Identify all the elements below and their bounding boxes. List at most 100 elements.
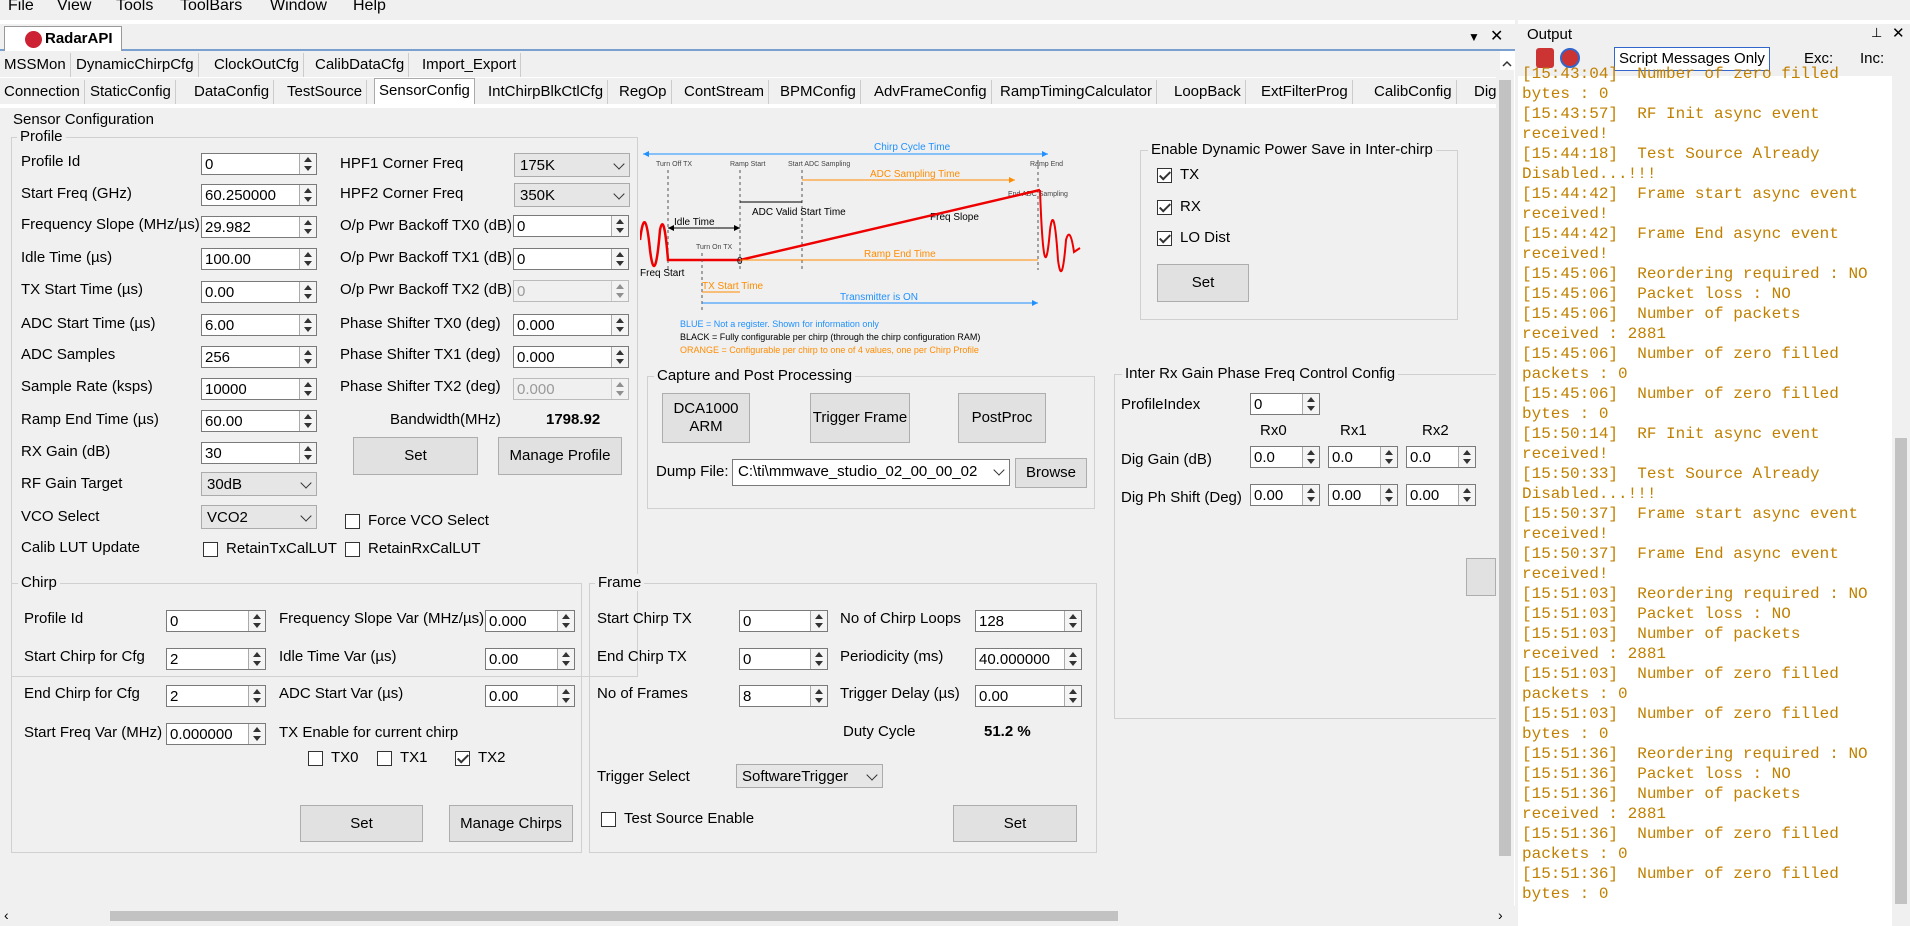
power-save-tx-checkbox[interactable] <box>1157 168 1172 183</box>
adc-start-time-input[interactable]: 6.00 <box>201 314 317 336</box>
power-save-rx-checkbox[interactable] <box>1157 200 1172 215</box>
pin-icon[interactable]: ⊥ <box>1871 25 1882 41</box>
tx-start-time-input[interactable]: 0.00 <box>201 281 317 303</box>
postproc-button[interactable]: PostProc <box>958 393 1046 443</box>
dig-ph-rx2-input[interactable]: 0.00 <box>1406 484 1476 506</box>
adc-start-var-input[interactable]: 0.00 <box>485 685 575 707</box>
dropdown-arrow-icon[interactable]: ▼ <box>1468 30 1480 44</box>
main-horizontal-scrollbar[interactable]: ‹ › <box>0 906 1515 926</box>
chirp-set-button[interactable]: Set <box>300 805 423 842</box>
tab-contstream[interactable]: ContStream <box>680 80 770 104</box>
frame-set-button[interactable]: Set <box>953 805 1077 842</box>
tab-mssmon[interactable]: MSSMon <box>0 53 71 77</box>
dig-gain-rx2-input[interactable]: 0.0 <box>1406 446 1476 468</box>
scroll-right-icon[interactable]: › <box>1498 907 1503 923</box>
start-chirp-tx-input[interactable]: 0 <box>739 610 828 632</box>
tab-testsource[interactable]: TestSource <box>283 80 368 104</box>
test-source-enable-checkbox[interactable] <box>601 812 616 827</box>
rx-gain-input[interactable]: 30 <box>201 442 317 464</box>
sample-rate-input[interactable]: 10000 <box>201 378 317 400</box>
start-freq-var-input[interactable]: 0.000000 <box>166 723 266 745</box>
power-save-set-button[interactable]: Set <box>1157 264 1249 302</box>
end-chirp-cfg-input[interactable]: 2 <box>166 685 266 707</box>
dig-ph-rx1-input[interactable]: 0.00 <box>1328 484 1398 506</box>
freq-slope-var-input[interactable]: 0.000 <box>485 610 575 632</box>
tab-regop[interactable]: RegOp <box>615 80 672 104</box>
tab-calibdatacfg[interactable]: CalibDataCfg <box>311 53 410 77</box>
retain-tx-cal-lut-checkbox[interactable] <box>203 542 218 557</box>
tab-connection[interactable]: Connection <box>0 80 85 104</box>
hpf2-select[interactable]: 350K <box>514 183 630 207</box>
trigger-select-dropdown[interactable]: SoftwareTrigger <box>736 764 883 788</box>
power-save-lo-dist-checkbox[interactable] <box>1157 231 1172 246</box>
tab-ramptimingcalculator[interactable]: RampTimingCalculator <box>996 80 1157 104</box>
profile-index-input[interactable]: 0 <box>1250 393 1320 415</box>
menu-toolbars[interactable]: ToolBars <box>180 0 242 15</box>
dca1000-arm-button[interactable]: DCA1000 ARM <box>662 393 750 443</box>
chirp-tx0-checkbox[interactable] <box>308 751 323 766</box>
periodicity-input[interactable]: 40.000000 <box>975 648 1082 670</box>
menu-view[interactable]: View <box>57 0 91 15</box>
output-title: Output <box>1527 26 1573 43</box>
zero-label: 0 <box>737 256 743 267</box>
tab-clockoutcfg[interactable]: ClockOutCfg <box>210 53 305 77</box>
vco-select-dropdown[interactable]: VCO2 <box>201 505 317 529</box>
freq-slope-input[interactable]: 29.982 <box>201 216 317 238</box>
ramp-end-time-input[interactable]: 60.00 <box>201 410 317 432</box>
manage-profile-button[interactable]: Manage Profile <box>498 437 622 475</box>
menu-tools[interactable]: Tools <box>116 0 153 15</box>
tab-dynamicchirpcfg[interactable]: DynamicChirpCfg <box>72 53 199 77</box>
tab-intchirpblkctlcfg[interactable]: IntChirpBlkCtlCfg <box>484 80 609 104</box>
tab-dataconfig[interactable]: DataConfig <box>190 80 275 104</box>
tab-loopback[interactable]: LoopBack <box>1170 80 1246 104</box>
dig-gain-rx0-input[interactable]: 0.0 <box>1250 446 1320 468</box>
profile-id-input[interactable]: 0 <box>201 153 317 175</box>
dig-ph-rx0-input[interactable]: 0.00 <box>1250 484 1320 506</box>
menu-file[interactable]: File <box>8 0 34 15</box>
hpf1-select[interactable]: 175K <box>514 153 630 177</box>
trigger-delay-input[interactable]: 0.00 <box>975 685 1082 707</box>
tab-sensorconfig[interactable]: SensorConfig <box>374 78 475 104</box>
tab-digit[interactable]: Digit <box>1470 80 1496 104</box>
adc-samples-input[interactable]: 256 <box>201 346 317 368</box>
phase-tx0-input[interactable]: 0.000 <box>513 314 629 336</box>
tab-advframeconfig[interactable]: AdvFrameConfig <box>870 80 992 104</box>
no-of-chirp-loops-input[interactable]: 128 <box>975 610 1082 632</box>
retain-rx-cal-lut-checkbox[interactable] <box>345 542 360 557</box>
phase-tx1-input[interactable]: 0.000 <box>513 346 629 368</box>
tab-import-export[interactable]: Import_Export <box>418 53 522 77</box>
idle-time-var-input[interactable]: 0.00 <box>485 648 575 670</box>
output-close-icon[interactable]: ✕ <box>1892 24 1905 42</box>
tab-bpmconfig[interactable]: BPMConfig <box>776 80 861 104</box>
idle-time-input[interactable]: 100.00 <box>201 248 317 270</box>
trigger-frame-button[interactable]: Trigger Frame <box>810 393 910 443</box>
profile-set-button[interactable]: Set <box>353 437 478 475</box>
tab-staticconfig[interactable]: StaticConfig <box>86 80 176 104</box>
menu-help[interactable]: Help <box>353 0 386 15</box>
doc-tab-radarapi[interactable]: RadarAPI <box>4 26 122 51</box>
tab-extfilterprog[interactable]: ExtFilterProg <box>1257 80 1353 104</box>
log-line: bytes : 0 <box>1522 405 1609 423</box>
chirp-tx2-checkbox[interactable] <box>455 751 470 766</box>
start-chirp-cfg-input[interactable]: 2 <box>166 648 266 670</box>
start-freq-input[interactable]: 60.250000 <box>201 184 317 206</box>
rf-gain-target-select[interactable]: 30dB <box>201 472 317 496</box>
browse-button[interactable]: Browse <box>1015 458 1087 488</box>
op-pwr-tx1-input[interactable]: 0 <box>513 248 629 270</box>
end-chirp-tx-input[interactable]: 0 <box>739 648 828 670</box>
chirp-tx1-checkbox[interactable] <box>377 751 392 766</box>
scroll-left-icon[interactable]: ‹ <box>4 907 9 923</box>
inter-rx-set-button-partial[interactable] <box>1466 558 1496 596</box>
dump-file-select[interactable]: C:\ti\mmwave_studio_02_00_00_02 <box>732 459 1010 486</box>
chirp-profile-id-input[interactable]: 0 <box>166 610 266 632</box>
op-pwr-tx0-input[interactable]: 0 <box>513 215 629 237</box>
manage-chirps-button[interactable]: Manage Chirps <box>449 805 573 842</box>
tab-calibconfig[interactable]: CalibConfig <box>1370 80 1457 104</box>
main-vertical-scrollbar[interactable] <box>1496 70 1514 906</box>
no-of-frames-input[interactable]: 8 <box>739 685 828 707</box>
force-vco-select-checkbox[interactable] <box>345 514 360 529</box>
menu-window[interactable]: Window <box>270 0 327 15</box>
close-icon[interactable]: ✕ <box>1490 26 1503 46</box>
output-vertical-scrollbar[interactable] <box>1892 76 1910 926</box>
dig-gain-rx1-input[interactable]: 0.0 <box>1328 446 1398 468</box>
